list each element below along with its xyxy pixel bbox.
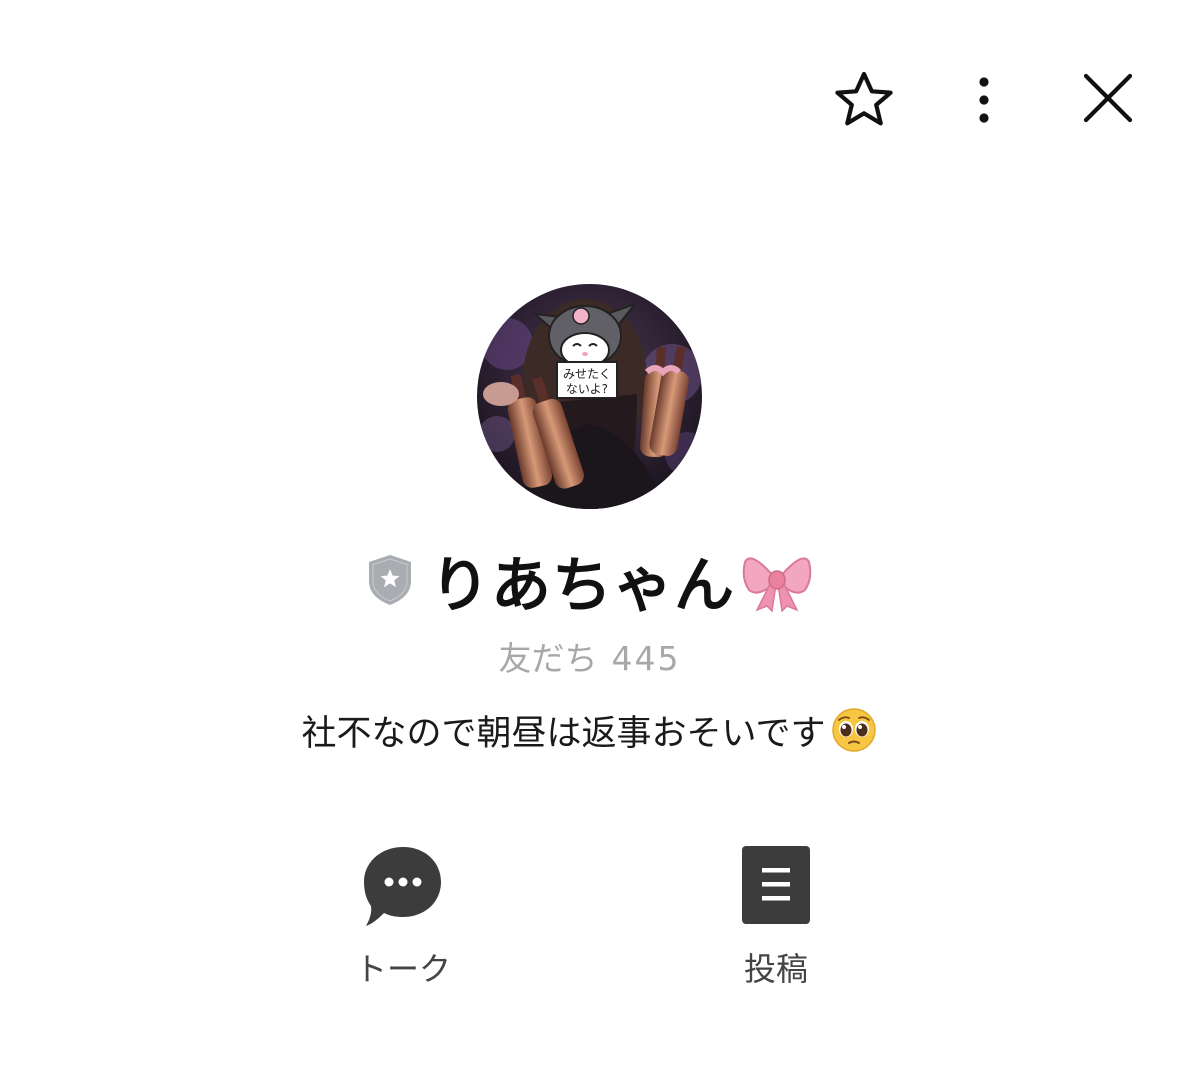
star-icon [835,71,893,126]
post-button[interactable]: 投稿 [676,844,876,994]
friends-label: 友だち [498,639,598,678]
chat-bubble-icon [364,847,441,926]
status-message: 社不なので朝昼は返事おそいです [301,713,826,754]
profile-name: りあちゃん [430,550,735,621]
shield-star-icon [369,555,411,605]
pleading-face-emoji [832,708,877,752]
avatar-sign-line1: みせたく [563,367,611,381]
talk-button[interactable]: トーク [303,844,503,994]
ribbon-emoji [742,557,812,612]
profile-avatar[interactable]: みせたく ないよ? [477,284,702,509]
favorite-button[interactable] [828,64,900,136]
friends-count: 友だち 445 [0,632,1179,680]
friends-number: 445 [611,639,681,678]
talk-label: トーク [354,950,451,988]
profile-name-row: りあちゃん [0,540,1179,621]
status-message-row: 社不なので朝昼は返事おそいです [0,702,1179,758]
post-list-icon [742,846,810,924]
post-label: 投稿 [743,950,808,988]
close-button[interactable] [1072,62,1144,134]
more-options-button[interactable] [956,64,1012,136]
vertical-ellipsis-icon [979,77,989,123]
avatar-sign-line2: ないよ? [566,382,608,396]
close-icon [1083,73,1133,123]
